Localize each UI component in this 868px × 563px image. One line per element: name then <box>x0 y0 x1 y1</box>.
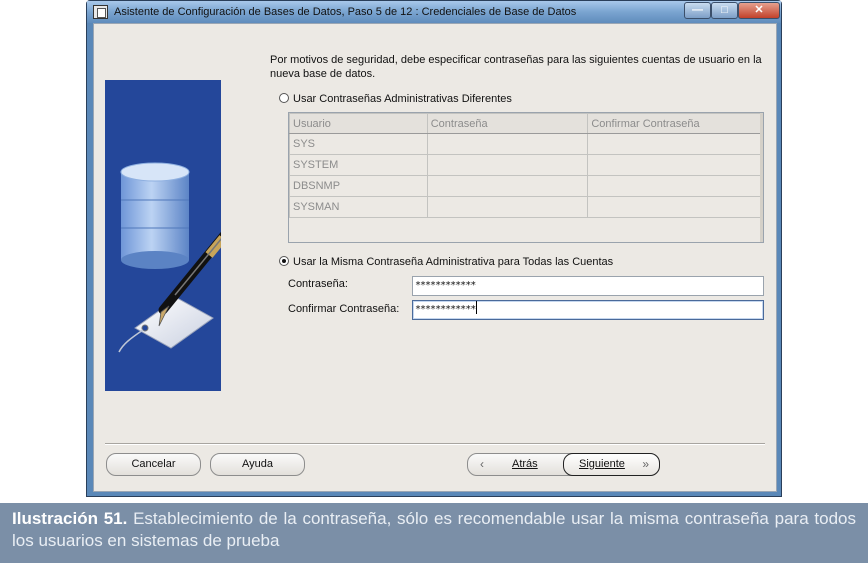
option-same-label: Usar la Misma Contraseña Administrativa … <box>293 256 614 268</box>
accounts-grid: Usuario Contraseña Confirmar Contraseña … <box>289 113 761 218</box>
next-button[interactable]: Siguiente » <box>563 453 660 476</box>
maximize-button[interactable]: □ <box>711 2 738 19</box>
password-label: Contraseña: <box>288 278 348 290</box>
cell-user: SYSTEM <box>289 154 428 176</box>
text-caret <box>476 301 478 314</box>
window-title: Asistente de Configuración de Bases de D… <box>114 6 577 18</box>
option-different-passwords[interactable]: Usar Contraseñas Administrativas Diferen… <box>279 93 512 105</box>
table-row: SYSMAN <box>289 196 761 218</box>
cell-password <box>426 196 589 218</box>
confirm-password-value: ************ <box>415 304 476 315</box>
option-same-password[interactable]: Usar la Misma Contraseña Administrativa … <box>279 256 613 268</box>
cell-confirm <box>587 196 761 218</box>
caption-text: Establecimiento de la contraseña, sólo e… <box>12 509 856 550</box>
database-pen-icon <box>118 162 248 353</box>
app-window-icon <box>93 5 108 19</box>
next-label: Siguiente <box>579 458 625 470</box>
table-row: SYSTEM <box>289 154 761 176</box>
chevron-left-icon: ‹ <box>480 457 484 471</box>
figure-caption: Ilustración 51. Establecimiento de la co… <box>0 503 868 563</box>
cell-password <box>426 154 589 176</box>
confirm-password-input[interactable]: ************ <box>412 300 764 320</box>
chevron-right-icon: » <box>642 457 649 471</box>
cell-confirm <box>587 133 761 155</box>
cell-user: SYS <box>289 133 428 155</box>
cell-password <box>426 175 589 197</box>
cell-password <box>426 133 589 155</box>
back-label: Atrás <box>512 458 538 470</box>
table-row: SYS <box>289 133 761 155</box>
confirm-password-label: Confirmar Contraseña: <box>288 303 400 315</box>
table-scrollbar[interactable] <box>760 113 763 242</box>
radio-same-password[interactable] <box>279 256 289 266</box>
user-accounts-table: Usuario Contraseña Confirmar Contraseña … <box>288 112 764 243</box>
navigation-buttons: ‹ Atrás Siguiente » <box>467 453 660 476</box>
cell-user: DBSNMP <box>289 175 428 197</box>
radio-different-passwords[interactable] <box>279 93 289 103</box>
column-header-password[interactable]: Contraseña <box>426 113 589 134</box>
table-row: DBSNMP <box>289 175 761 197</box>
title-bar[interactable]: Asistente de Configuración de Bases de D… <box>87 1 781 23</box>
database-illustration <box>105 80 248 391</box>
column-header-user[interactable]: Usuario <box>289 113 428 134</box>
security-description: Por motivos de seguridad, debe especific… <box>270 54 762 80</box>
help-button[interactable]: Ayuda <box>210 453 305 476</box>
cell-confirm <box>587 154 761 176</box>
close-button[interactable]: ✕ <box>738 2 780 19</box>
table-header-row: Usuario Contraseña Confirmar Contraseña <box>289 113 761 134</box>
password-input[interactable]: ************ <box>412 276 764 296</box>
back-button[interactable]: ‹ Atrás <box>468 454 563 475</box>
button-separator <box>105 443 765 445</box>
minimize-button[interactable]: — <box>684 2 711 19</box>
cell-user: SYSMAN <box>289 196 428 218</box>
cancel-button[interactable]: Cancelar <box>106 453 201 476</box>
column-header-confirm[interactable]: Confirmar Contraseña <box>587 113 761 134</box>
cell-confirm <box>587 175 761 197</box>
caption-label: Ilustración 51. <box>12 509 128 528</box>
option-different-label: Usar Contraseñas Administrativas Diferen… <box>293 93 512 105</box>
password-value: ************ <box>415 280 476 291</box>
